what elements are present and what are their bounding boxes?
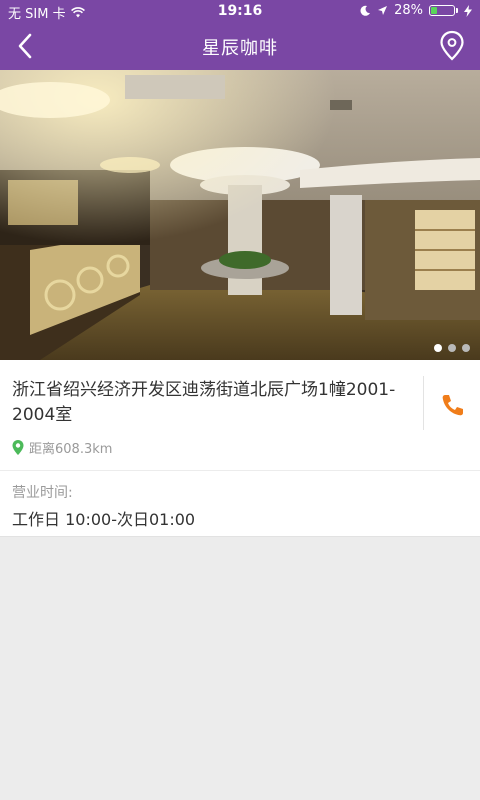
cafe-photo-carousel[interactable] — [0, 70, 480, 360]
battery-icon — [429, 5, 455, 16]
map-location-button[interactable] — [434, 28, 470, 64]
battery-percent: 28% — [394, 3, 423, 18]
distance-row: 距离608.3km — [12, 438, 112, 457]
divider — [423, 376, 424, 430]
location-pin-icon — [440, 30, 464, 61]
app-header: 无 SIM 卡 19:16 28% 星辰咖啡 — [0, 0, 480, 70]
location-arrow-icon — [378, 6, 388, 15]
phone-icon — [442, 395, 463, 416]
call-button[interactable] — [436, 388, 470, 422]
charging-bolt-icon — [464, 4, 472, 17]
store-address: 浙江省绍兴经济开发区迪荡街道北辰广场1幢2001-2004室 — [12, 380, 396, 425]
business-hours-value: 工作日 10:00-次日01:00 — [12, 510, 196, 529]
distance-text: 距离608.3km — [29, 442, 113, 457]
divider — [0, 470, 480, 471]
carousel-indicator — [434, 344, 470, 352]
moon-icon — [360, 5, 371, 16]
store-info-card: 浙江省绍兴经济开发区迪荡街道北辰广场1幢2001-2004室 距离608.3km… — [0, 360, 480, 537]
status-bar: 无 SIM 卡 19:16 28% — [0, 0, 480, 22]
carousel-dot[interactable] — [462, 344, 470, 352]
location-pin-icon — [12, 440, 24, 455]
nav-bar: 星辰咖啡 — [0, 22, 480, 70]
carousel-dot[interactable] — [448, 344, 456, 352]
page-title: 星辰咖啡 — [202, 38, 278, 59]
business-hours-label: 营业时间: — [12, 485, 73, 501]
cafe-interior-photo — [0, 70, 480, 360]
carousel-dot[interactable] — [434, 344, 442, 352]
